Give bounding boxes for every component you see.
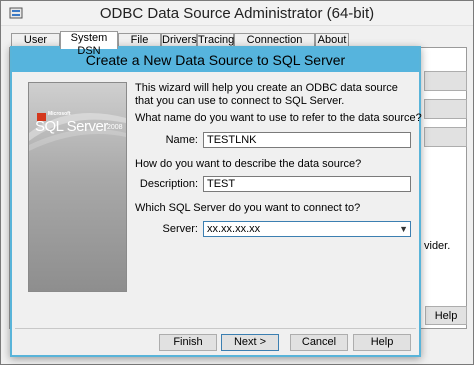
outer-window-title: ODBC Data Source Administrator (64-bit) — [99, 5, 375, 22]
button-separator — [15, 328, 416, 329]
name-input[interactable] — [203, 132, 411, 148]
dialog-title: Create a New Data Source to SQL Server — [85, 52, 346, 68]
logo-product: SQL Server — [35, 118, 108, 135]
description-question: How do you want to describe the data sou… — [135, 158, 362, 170]
cancel-button[interactable]: Cancel — [290, 334, 348, 351]
background-help-button[interactable]: Help — [425, 306, 467, 325]
server-question: Which SQL Server do you want to connect … — [135, 202, 361, 214]
create-data-source-dialog: Create a New Data Source to SQL Server M… — [10, 46, 422, 357]
next-button[interactable]: Next > — [221, 334, 279, 351]
logo-year: 2008 — [107, 124, 123, 131]
server-combobox[interactable]: xx.xx.xx.xx ▼ — [203, 221, 411, 237]
background-partial-text: vider. — [424, 240, 451, 252]
sql-server-logo: Microsoft SQL Server 2008 — [28, 82, 127, 292]
logo-brand: Microsoft — [48, 111, 71, 117]
tab-system-dsn[interactable]: System DSN — [60, 31, 118, 57]
server-label: Server: — [162, 223, 198, 235]
background-button-3[interactable] — [424, 127, 467, 147]
description-input[interactable] — [203, 176, 411, 192]
outer-titlebar[interactable]: ODBC Data Source Administrator (64-bit) — [1, 1, 473, 26]
background-button-2[interactable] — [424, 99, 467, 119]
background-button-1[interactable] — [424, 71, 467, 91]
finish-button[interactable]: Finish — [159, 334, 217, 351]
dialog-body: Microsoft SQL Server 2008 This wizard wi… — [15, 72, 422, 352]
chevron-down-icon[interactable]: ▼ — [399, 222, 408, 236]
name-question: What name do you want to use to refer to… — [135, 112, 422, 124]
name-label: Name: — [165, 134, 198, 146]
dialog-titlebar[interactable]: Create a New Data Source to SQL Server — [12, 48, 419, 72]
wizard-intro-text: This wizard will help you create an ODBC… — [135, 82, 398, 107]
help-button[interactable]: Help — [353, 334, 411, 351]
description-label: Description: — [139, 178, 198, 190]
server-value: xx.xx.xx.xx — [207, 223, 261, 235]
